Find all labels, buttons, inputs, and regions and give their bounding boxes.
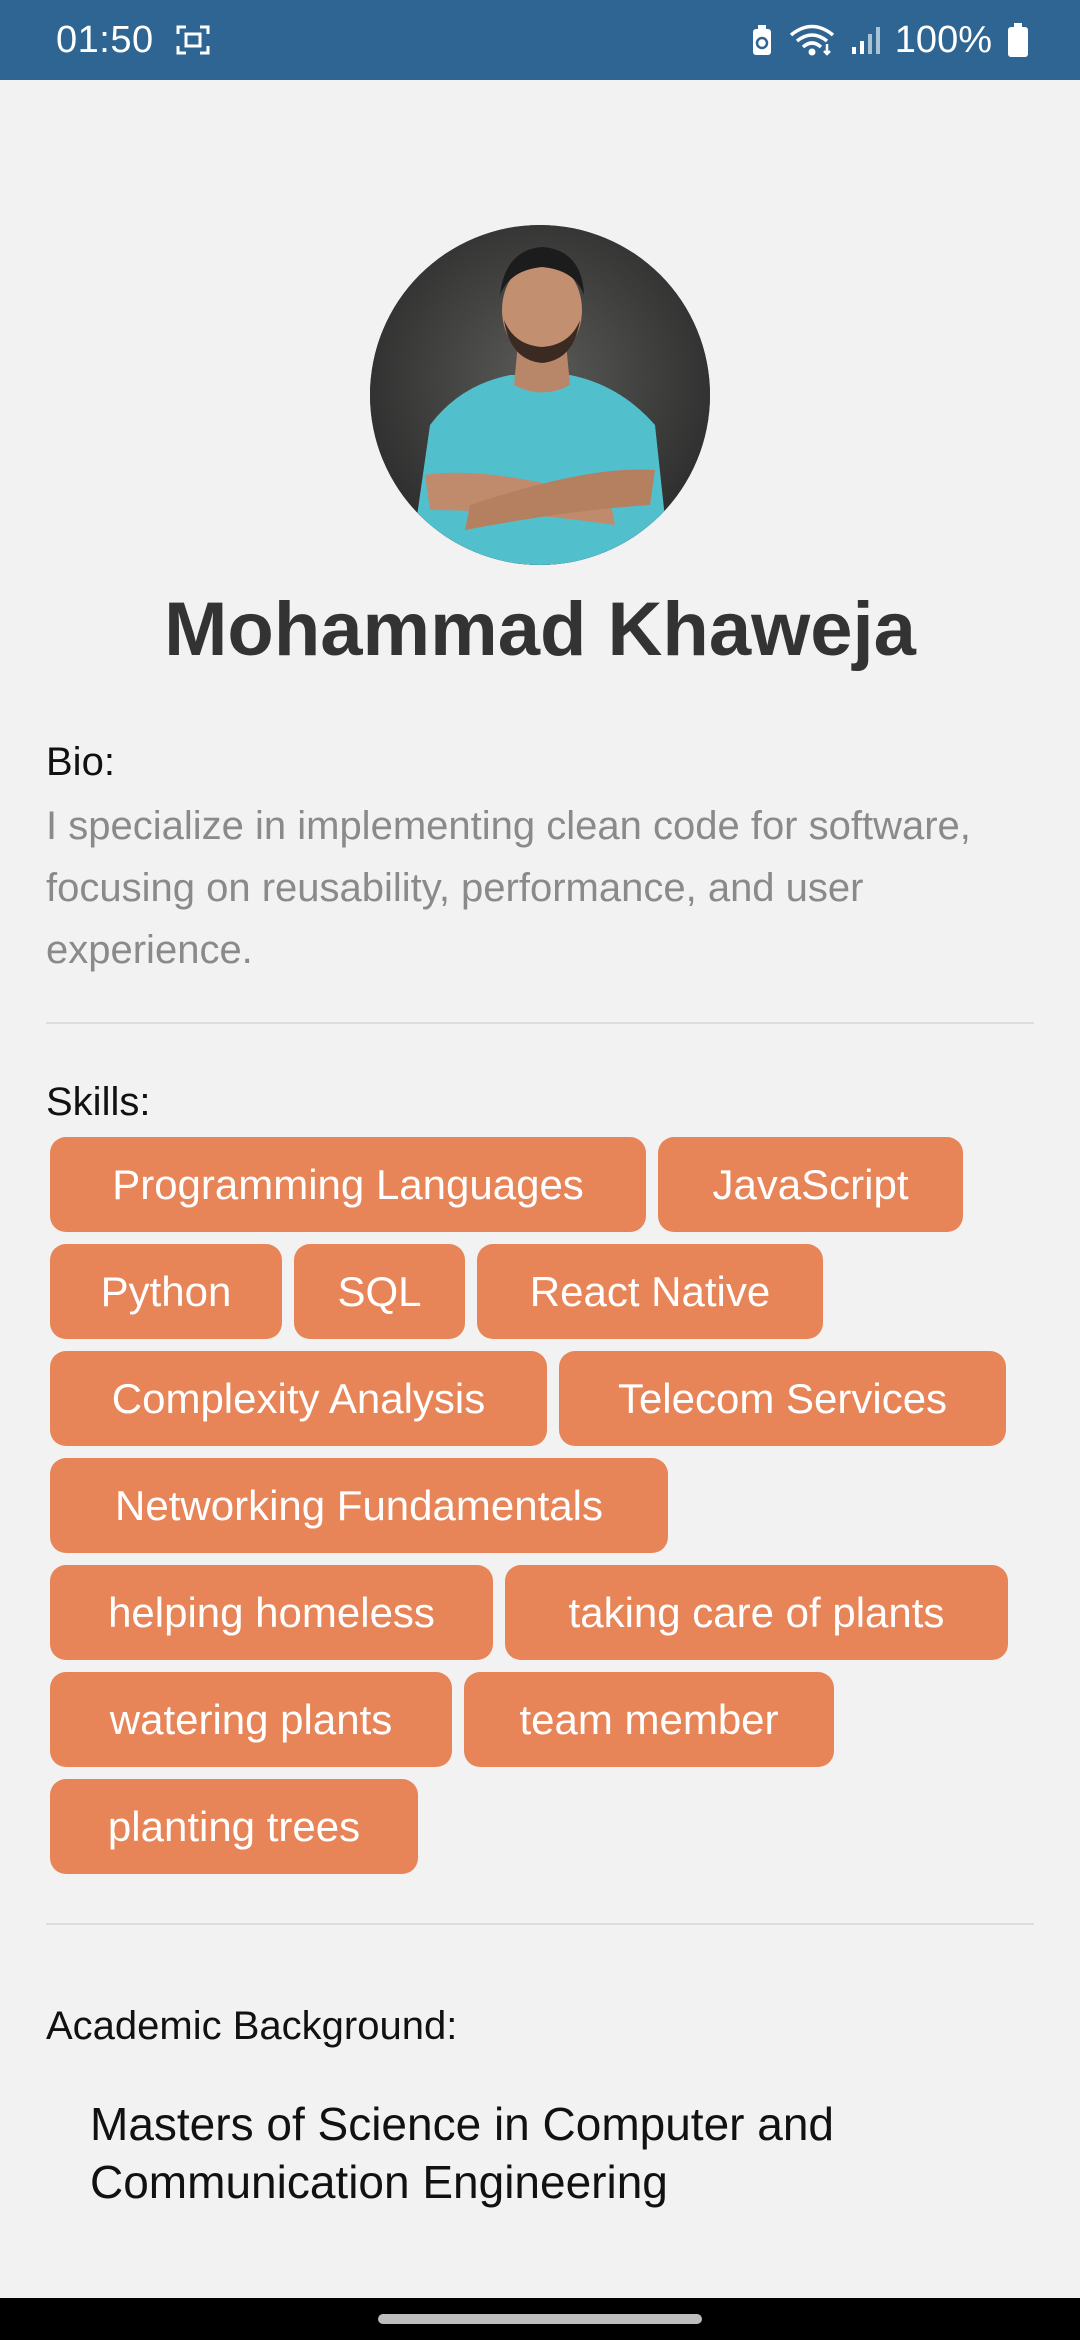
skill-chip: JavaScript xyxy=(658,1137,963,1232)
signal-icon xyxy=(851,25,881,55)
skills-label: Skills: xyxy=(46,1080,151,1124)
skill-chip: planting trees xyxy=(50,1779,418,1874)
skill-chip: SQL xyxy=(294,1244,465,1339)
divider xyxy=(46,1022,1034,1024)
divider xyxy=(46,1923,1034,1925)
profile-name: Mohammad Khaweja xyxy=(164,587,916,672)
bio-label: Bio: xyxy=(46,740,115,784)
battery-icon xyxy=(1008,23,1028,57)
skill-chip: taking care of plants xyxy=(505,1565,1008,1660)
battery-saver-icon xyxy=(751,24,773,56)
chip-row: helping homeless taking care of plants xyxy=(50,1565,1050,1660)
avatar xyxy=(370,225,710,565)
academic-label: Academic Background: xyxy=(46,2004,458,2048)
chip-row: Python SQL React Native xyxy=(50,1244,1050,1339)
chip-row: Networking Fundamentals xyxy=(50,1458,1050,1553)
home-indicator[interactable] xyxy=(378,2314,702,2324)
screenshot-icon xyxy=(176,25,210,55)
status-left: 01:50 xyxy=(56,19,210,62)
chip-row: Programming Languages JavaScript xyxy=(50,1137,1050,1232)
skill-chip: Python xyxy=(50,1244,282,1339)
academic-text: Masters of Science in Computer and Commu… xyxy=(90,2098,835,2208)
chip-row: watering plants team member xyxy=(50,1672,1050,1767)
skill-chip: Programming Languages xyxy=(50,1137,646,1232)
skills-chip-list: Programming Languages JavaScript Python … xyxy=(50,1137,1050,1886)
bio-text: I specialize in implementing clean code … xyxy=(46,804,971,972)
skill-chip: watering plants xyxy=(50,1672,452,1767)
status-bar: 01:50 100% xyxy=(0,0,1080,80)
chip-row: planting trees xyxy=(50,1779,1050,1874)
battery-percent: 100% xyxy=(894,18,992,61)
navigation-bar xyxy=(0,2298,1080,2340)
skill-chip: team member xyxy=(464,1672,834,1767)
chip-row: Complexity Analysis Telecom Services xyxy=(50,1351,1050,1446)
status-right: 100% xyxy=(735,19,1028,62)
skill-chip: Networking Fundamentals xyxy=(50,1458,668,1553)
skill-chip: Complexity Analysis xyxy=(50,1351,547,1446)
skill-chip: React Native xyxy=(477,1244,823,1339)
skill-chip: Telecom Services xyxy=(559,1351,1006,1446)
wifi-icon xyxy=(789,24,835,56)
skill-chip: helping homeless xyxy=(50,1565,493,1660)
status-time: 01:50 xyxy=(56,18,154,61)
profile-photo xyxy=(370,225,710,565)
